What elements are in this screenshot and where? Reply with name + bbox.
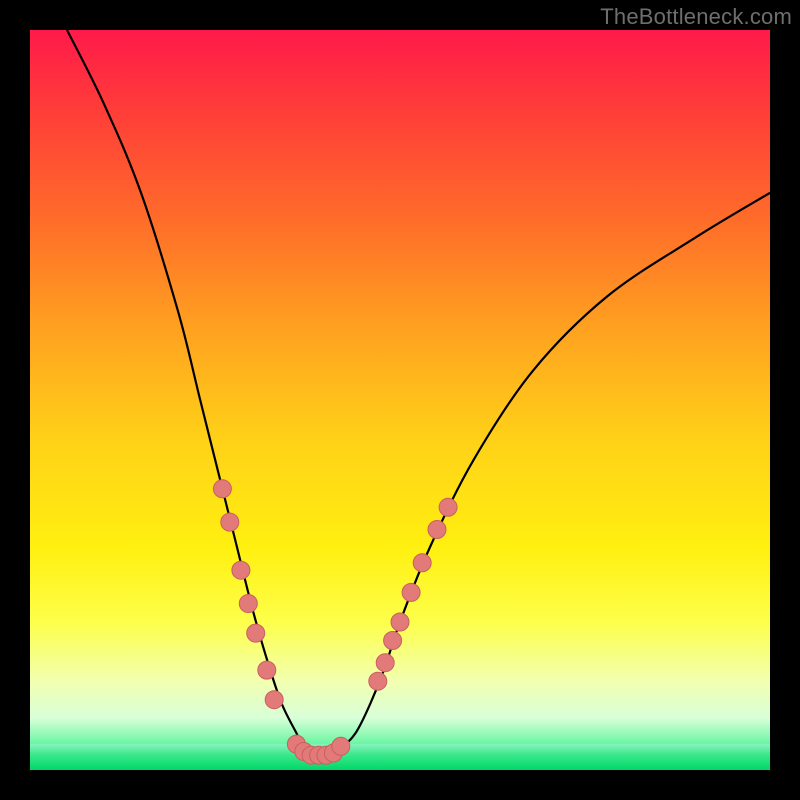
plot-area	[30, 30, 770, 770]
data-marker	[239, 595, 257, 613]
data-marker	[247, 624, 265, 642]
data-marker	[258, 661, 276, 679]
data-marker	[221, 513, 239, 531]
data-marker	[391, 613, 409, 631]
data-marker	[439, 498, 457, 516]
data-marker	[369, 672, 387, 690]
watermark-text: TheBottleneck.com	[600, 4, 792, 30]
data-marker	[376, 654, 394, 672]
bottleneck-curve-svg	[30, 30, 770, 770]
data-marker	[232, 561, 250, 579]
data-marker	[402, 583, 420, 601]
data-marker	[413, 554, 431, 572]
chart-frame: TheBottleneck.com	[0, 0, 800, 800]
bottleneck-curve	[67, 30, 770, 756]
data-marker	[332, 737, 350, 755]
data-marker	[428, 521, 446, 539]
data-marker	[384, 632, 402, 650]
data-markers	[213, 480, 457, 764]
data-marker	[213, 480, 231, 498]
data-marker	[265, 691, 283, 709]
